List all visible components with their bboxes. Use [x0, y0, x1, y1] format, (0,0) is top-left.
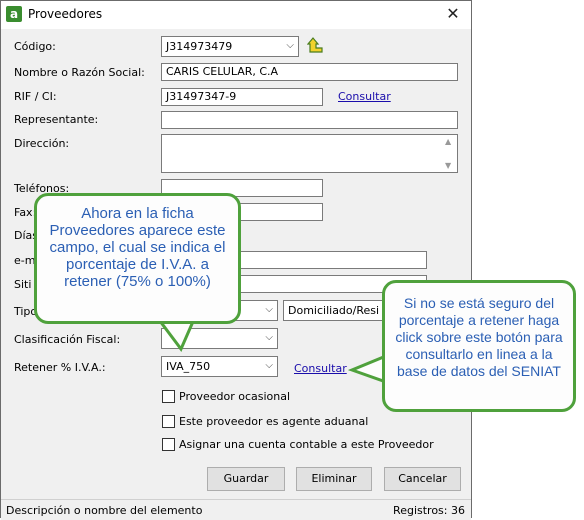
agente-aduanal-label: Este proveedor es agente aduanal [179, 415, 369, 428]
clasificacion-label: Clasificación Fiscal: [14, 333, 121, 346]
consultar-rif-link[interactable]: Consultar [338, 90, 391, 103]
callout-left-text: Ahora en la ficha Proveedores aparece es… [49, 205, 226, 290]
sitio-label: Siti [14, 278, 32, 291]
close-button[interactable]: ✕ [439, 3, 467, 25]
direccion-textarea[interactable] [161, 134, 458, 173]
codigo-label: Código: [14, 40, 56, 53]
status-description: Descripción o nombre del elemento [6, 504, 203, 517]
fax-label: Fax: [14, 206, 37, 219]
rif-input[interactable]: J31497347-9 [161, 88, 323, 106]
agente-aduanal-checkbox[interactable] [162, 415, 175, 428]
proveedor-ocasional-label: Proveedor ocasional [179, 390, 291, 403]
retener-iva-combo[interactable]: IVA_750 ⌵ [161, 356, 278, 377]
domiciliado-value: Domiciliado/Resi [288, 304, 380, 317]
cuenta-contable-checkbox[interactable] [162, 438, 175, 451]
chevron-down-icon: ⌵ [265, 304, 273, 315]
title-bar: a Proveedores ✕ [1, 1, 471, 29]
callout-left: Ahora en la ficha Proveedores aparece es… [34, 193, 241, 324]
window-title: Proveedores [28, 7, 103, 21]
eliminar-button[interactable]: Eliminar [296, 467, 372, 491]
chevron-down-icon: ⌵ [265, 360, 273, 371]
app-logo-icon: a [6, 6, 22, 22]
cuenta-contable-label: Asignar una cuenta contable a este Prove… [179, 438, 434, 451]
rif-label: RIF / CI: [14, 90, 57, 103]
codigo-combo[interactable]: J314973479 ⌵ [161, 36, 299, 57]
representante-input[interactable] [161, 111, 458, 129]
status-bar: Descripción o nombre del elemento Regist… [1, 499, 471, 520]
scroll-up-icon[interactable]: ▲ [445, 137, 451, 146]
cancelar-button[interactable]: Cancelar [384, 467, 461, 491]
chevron-down-icon: ⌵ [286, 40, 294, 51]
guardar-button[interactable]: Guardar [207, 467, 285, 491]
callout-right-text: Si no se está seguro del porcentaje a re… [395, 295, 563, 379]
codigo-value: J314973479 [166, 40, 233, 53]
email-label: e-m [14, 254, 36, 267]
callout-right: Si no se está seguro del porcentaje a re… [382, 280, 576, 412]
retener-label: Retener % I.V.A.: [14, 361, 106, 374]
scroll-down-icon[interactable]: ▼ [445, 161, 451, 170]
proveedor-ocasional-checkbox[interactable] [162, 390, 175, 403]
chevron-down-icon: ⌵ [265, 332, 273, 343]
representante-label: Representante: [14, 113, 99, 126]
nombre-input[interactable]: CARIS CELULAR, C.A [161, 63, 458, 81]
nombre-label: Nombre o Razón Social: [14, 66, 145, 79]
records-count: Registros: 36 [393, 504, 465, 517]
retener-value: IVA_750 [166, 360, 211, 373]
consultar-iva-link[interactable]: Consultar [294, 362, 347, 375]
lookup-arrow-icon[interactable] [307, 37, 325, 55]
direccion-label: Dirección: [14, 137, 70, 150]
